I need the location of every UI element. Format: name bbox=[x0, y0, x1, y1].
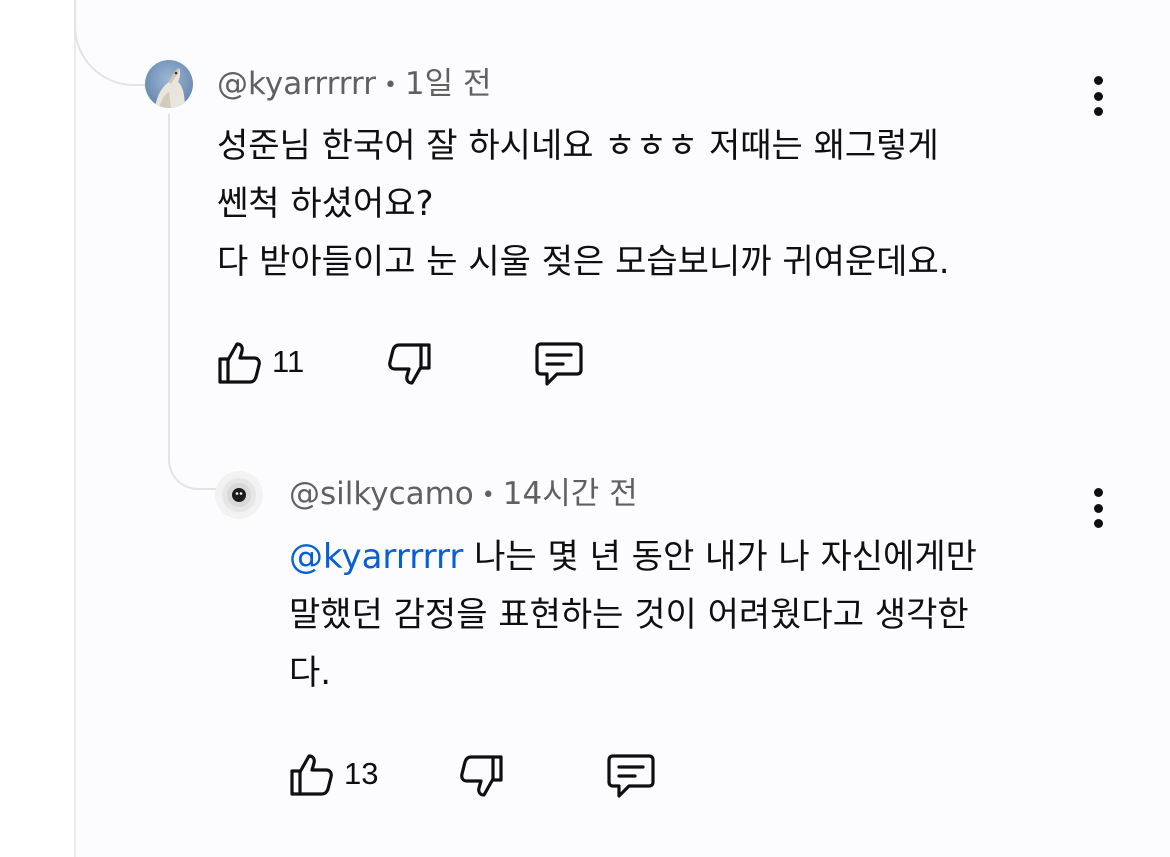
comment-text-line: 성준님 한국어 잘 하시네요 ㅎㅎㅎ 저때는 왜그렇게 bbox=[217, 126, 939, 166]
more-vertical-icon bbox=[1093, 488, 1103, 497]
reply-text-segment: 나는 몇 년 동안 내가 나 자신에게만 bbox=[463, 537, 977, 577]
comment-reply-button[interactable] bbox=[533, 340, 585, 388]
thread-connector-vertical bbox=[168, 114, 170, 454]
reply-text: @kyarrrrrr 나는 몇 년 동안 내가 나 자신에게만 말했던 감정을 … bbox=[289, 528, 977, 702]
avatar-kyarrrrrr[interactable] bbox=[145, 60, 193, 108]
comment-text: 성준님 한국어 잘 하시네요 ㅎㅎㅎ 저때는 왜그렇게 쎈척 하셨어요? 다 받… bbox=[217, 117, 950, 291]
comment-author[interactable]: @kyarrrrrr bbox=[217, 66, 376, 102]
reply-author[interactable]: @silkycamo bbox=[289, 476, 474, 512]
reply-like-button[interactable]: 13 bbox=[288, 750, 378, 798]
comment-like-count: 11 bbox=[272, 344, 305, 379]
reply-mention-link[interactable]: @kyarrrrrr bbox=[289, 537, 463, 577]
comment-more-button[interactable] bbox=[1092, 76, 1104, 116]
comment-text-line: 쎈척 하셨어요? bbox=[217, 184, 434, 224]
thumb-up-icon bbox=[290, 754, 333, 796]
reply-meta: @silkycamo • 14시간 전 bbox=[289, 474, 638, 516]
comment-timestamp[interactable]: 1일 전 bbox=[405, 66, 492, 102]
comment-reply-icon bbox=[607, 754, 655, 798]
comment-reply-icon bbox=[535, 342, 583, 386]
more-vertical-icon bbox=[1093, 76, 1103, 85]
thumb-down-icon bbox=[388, 343, 431, 385]
comment-text-line: 다 받아들이고 눈 시울 젖은 모습보니까 귀여운데요. bbox=[217, 242, 950, 282]
reply-timestamp[interactable]: 14시간 전 bbox=[503, 476, 638, 512]
reply-text-line: 다. bbox=[289, 653, 332, 693]
reply-like-count: 13 bbox=[344, 756, 379, 791]
meta-separator: • bbox=[383, 72, 397, 98]
comment-meta: @kyarrrrrr • 1일 전 bbox=[217, 64, 492, 106]
comment-like-button[interactable]: 11 bbox=[216, 338, 304, 386]
comment-dislike-button[interactable] bbox=[385, 341, 433, 389]
thumb-up-icon bbox=[218, 342, 261, 384]
reply-text-line: 말했던 감정을 표현하는 것이 어려웠다고 생각한 bbox=[289, 595, 969, 635]
thumb-down-icon bbox=[460, 755, 503, 797]
avatar-silkycamo[interactable] bbox=[215, 471, 263, 519]
reply-more-button[interactable] bbox=[1092, 488, 1104, 528]
reply-reply-button[interactable] bbox=[605, 752, 657, 800]
meta-separator: • bbox=[481, 482, 495, 508]
reply-dislike-button[interactable] bbox=[457, 753, 505, 801]
reply-text-line: @kyarrrrrr 나는 몇 년 동안 내가 나 자신에게만 bbox=[289, 528, 977, 586]
